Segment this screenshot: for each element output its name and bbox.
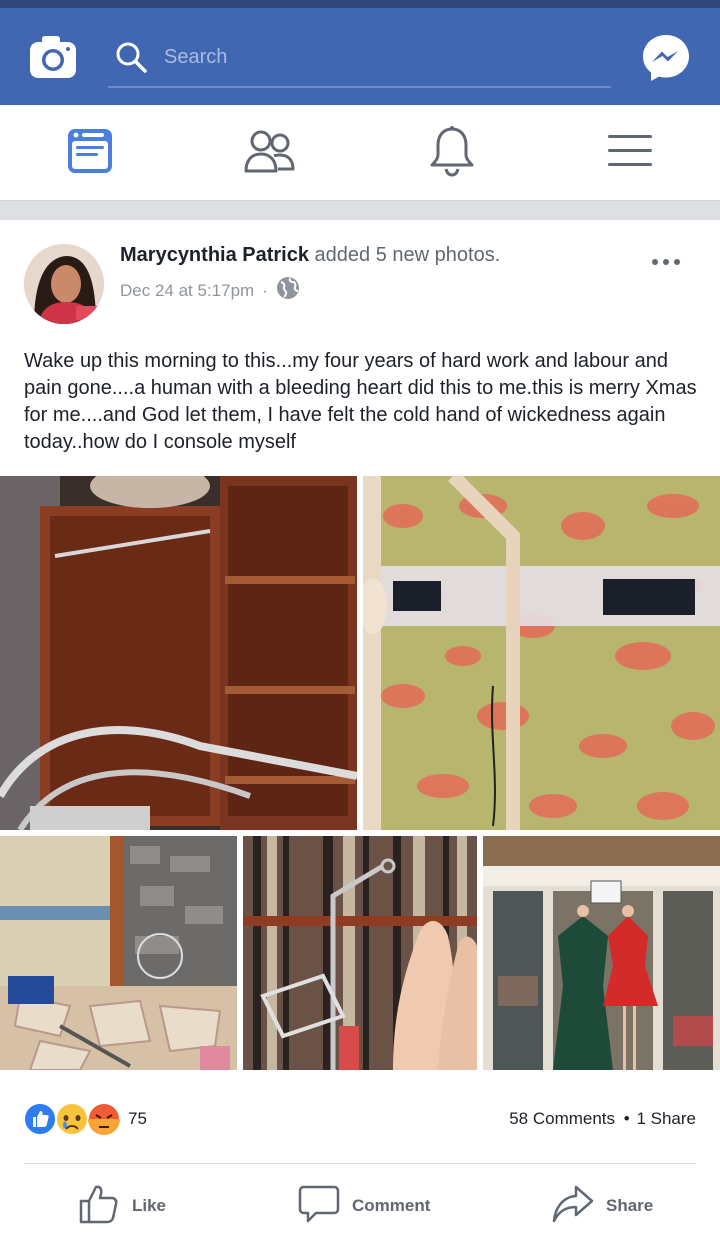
photo-storefront[interactable] bbox=[483, 836, 720, 1070]
comments-count[interactable]: 58 Comments bbox=[509, 1109, 615, 1128]
summary-dot: • bbox=[623, 1109, 630, 1128]
photo-mannequins[interactable] bbox=[243, 836, 477, 1070]
feed-separator bbox=[0, 201, 720, 220]
tab-bar bbox=[0, 105, 720, 201]
post-timestamp[interactable]: Dec 24 at 5:17pm bbox=[120, 281, 254, 301]
comment-button[interactable]: Comment bbox=[298, 1184, 430, 1228]
share-arrow-icon bbox=[552, 1183, 594, 1230]
post-options-button[interactable] bbox=[646, 254, 686, 270]
bell-icon bbox=[428, 125, 476, 182]
tab-menu[interactable] bbox=[600, 127, 660, 179]
tab-news-feed[interactable] bbox=[60, 127, 120, 179]
share-label: Share bbox=[606, 1196, 654, 1215]
comment-icon bbox=[298, 1183, 340, 1230]
photo-wardrobe[interactable] bbox=[0, 476, 357, 830]
photo-grid bbox=[0, 476, 720, 1070]
status-bar bbox=[0, 0, 720, 8]
post-author-line: Marycynthia Patrick added 5 new photos. bbox=[120, 244, 500, 267]
photo-broken-floor[interactable] bbox=[0, 836, 237, 1070]
globe-icon[interactable] bbox=[276, 276, 300, 305]
search-bar[interactable] bbox=[108, 30, 611, 88]
comment-label: Comment bbox=[352, 1196, 431, 1215]
photo-wall[interactable] bbox=[363, 476, 720, 830]
angry-reaction-icon bbox=[87, 1102, 121, 1136]
post-action-text: added 5 new photos. bbox=[314, 244, 501, 266]
reaction-icons bbox=[24, 1102, 124, 1136]
reactions-summary[interactable]: 75 58 Comments • 1 Share bbox=[0, 1096, 720, 1140]
reaction-count: 75 bbox=[128, 1109, 147, 1128]
search-input[interactable] bbox=[164, 42, 594, 72]
post-header: Marycynthia Patrick added 5 new photos. … bbox=[0, 220, 720, 340]
avatar[interactable] bbox=[24, 244, 104, 324]
friends-icon bbox=[244, 127, 296, 180]
top-bar bbox=[0, 8, 720, 105]
post-actions: Like Comment Share bbox=[0, 1164, 720, 1239]
share-button[interactable]: Share bbox=[552, 1184, 653, 1228]
comments-share-summary: 58 Comments • 1 Share bbox=[509, 1109, 696, 1129]
sad-reaction-icon bbox=[55, 1102, 89, 1136]
like-label: Like bbox=[132, 1196, 167, 1215]
search-icon bbox=[114, 40, 148, 74]
messenger-icon[interactable] bbox=[640, 32, 692, 84]
news-feed-icon bbox=[66, 127, 114, 180]
meta-separator: · bbox=[262, 280, 268, 300]
post-meta: Dec 24 at 5:17pm · bbox=[120, 276, 300, 305]
like-reaction-icon bbox=[24, 1102, 57, 1136]
tab-notifications[interactable] bbox=[422, 125, 482, 182]
thumbs-up-icon bbox=[78, 1183, 120, 1230]
camera-icon[interactable] bbox=[28, 34, 78, 80]
shares-count[interactable]: 1 Share bbox=[636, 1109, 696, 1128]
hamburger-menu-icon bbox=[608, 131, 652, 176]
author-name[interactable]: Marycynthia Patrick bbox=[120, 244, 309, 266]
tab-friend-requests[interactable] bbox=[240, 127, 300, 179]
post-text: Wake up this morning to this...my four y… bbox=[24, 350, 697, 453]
like-button[interactable]: Like bbox=[78, 1184, 166, 1228]
